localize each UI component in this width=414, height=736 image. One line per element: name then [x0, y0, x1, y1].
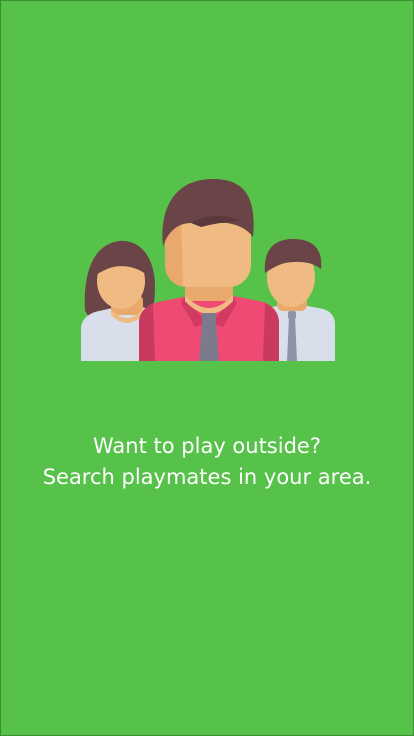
onboarding-screen: Want to play outside? Search playmates i…	[0, 0, 414, 736]
welcome-message: Want to play outside? Search playmates i…	[1, 431, 413, 493]
message-line-2: Search playmates in your area.	[42, 465, 372, 489]
message-line-1: Want to play outside?	[93, 434, 321, 458]
people-group-icon	[81, 177, 335, 363]
